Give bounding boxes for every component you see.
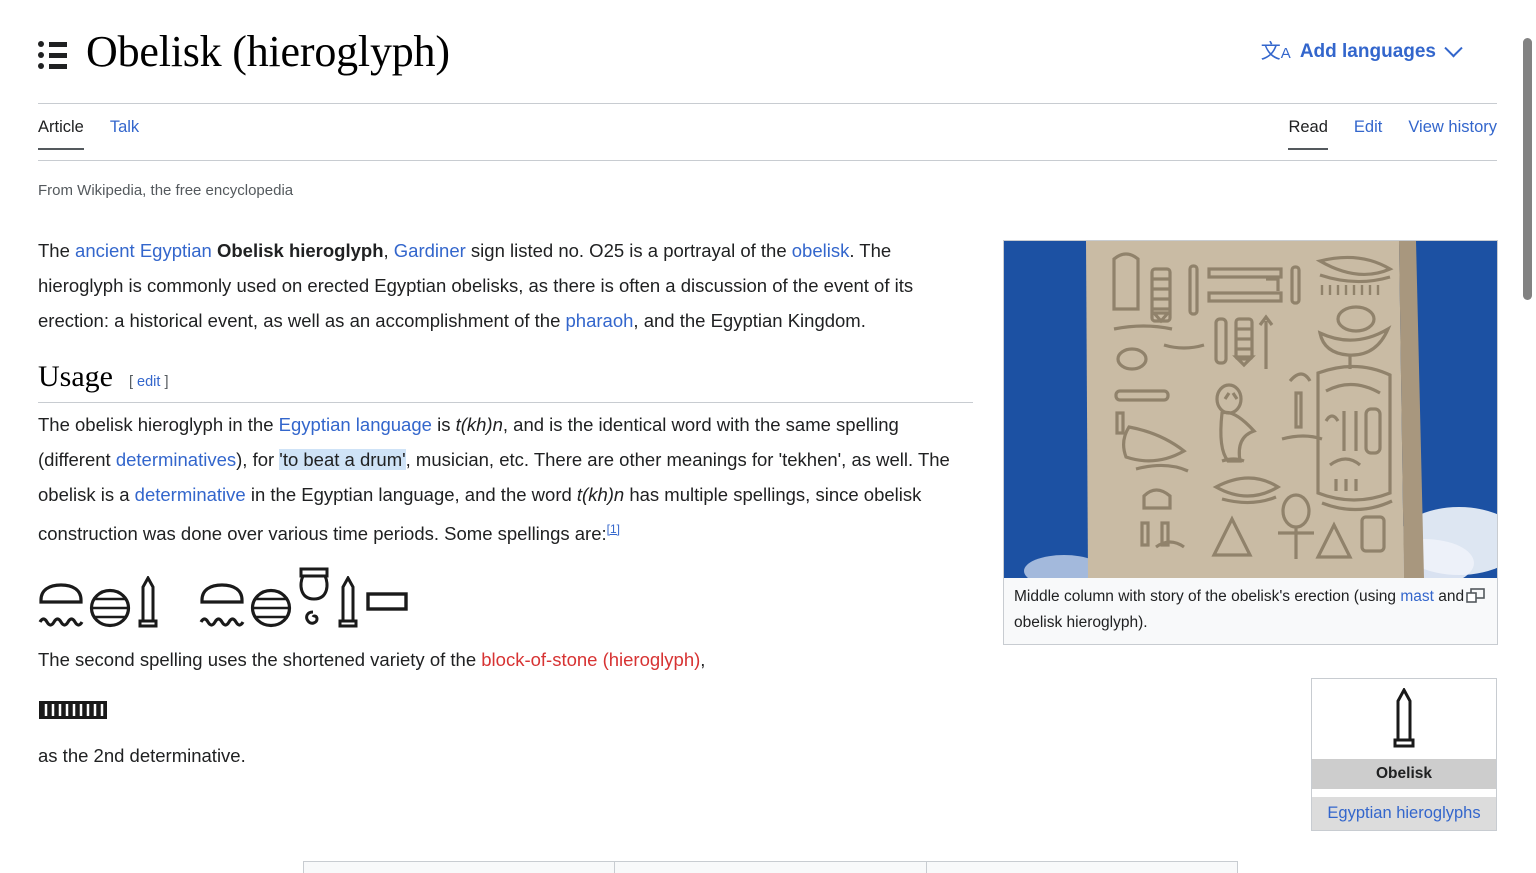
header-divider [38, 103, 1497, 104]
image-thumbnail: Middle column with story of the obelisk'… [1003, 240, 1498, 645]
usage-paragraph-2: The second spelling uses the shortened v… [38, 642, 973, 677]
bread-loaf-glyph [200, 583, 244, 604]
obelisk-photo-illustration [1004, 241, 1497, 578]
tab-view-history[interactable]: View history [1408, 118, 1497, 150]
obelisk-hieroglyph-icon [1393, 688, 1415, 748]
obelisk-photo[interactable] [1004, 241, 1497, 578]
infobox-title: Obelisk [1312, 759, 1496, 789]
infobox-footer-link[interactable]: Egyptian hieroglyphs [1312, 797, 1496, 830]
bottom-table [303, 861, 1238, 873]
term-obelisk-hieroglyph: Obelisk hieroglyph [216, 240, 384, 261]
edit-link-label[interactable]: edit [137, 374, 160, 390]
bread-loaf-glyph [39, 583, 83, 604]
table-column-3 [927, 862, 1237, 873]
intro-text-4: sign listed no. O25 is a portrayal of th… [465, 240, 792, 261]
glyph-t-over-n-2 [199, 583, 245, 628]
translate-icon: 文A [1260, 41, 1291, 63]
article-body: The ancient Egyptian Obelisk hieroglyph,… [38, 233, 973, 795]
reference-1[interactable]: [1] [607, 522, 620, 536]
obelisk-glyph [138, 576, 158, 628]
add-languages-label: Add languages [1299, 41, 1436, 62]
wikipedia-article-page: Obelisk (hieroglyph) 文A Add languages Ar… [0, 0, 1536, 873]
hieroglyph-infobox: Obelisk Egyptian hieroglyphs [1311, 678, 1497, 831]
usage-text-f: in the Egyptian language, and the word [245, 484, 577, 505]
water-ripple-glyph [38, 617, 84, 627]
usage-text-a: The obelisk hieroglyph in the [38, 414, 279, 435]
link-determinative[interactable]: determinative [135, 484, 246, 505]
link-gardiner[interactable]: Gardiner [394, 240, 466, 261]
edit-bracket-open: [ [128, 374, 134, 390]
water-ripple-glyph [199, 617, 245, 627]
table-of-contents-icon[interactable] [38, 41, 68, 69]
caption-text-a: Middle column with story of the obelisk'… [1014, 588, 1401, 605]
term-tkhn-2: t(kh)n [576, 484, 625, 505]
tab-read[interactable]: Read [1288, 118, 1329, 150]
infobox-glyph-image [1312, 679, 1496, 759]
hieroglyph-spelling-one [38, 576, 165, 628]
usage-text-b: is [431, 414, 456, 435]
table-column-1 [304, 862, 616, 873]
placenta-disc-glyph [250, 589, 292, 628]
article-tabs: Article Talk Read Edit View history [38, 118, 1497, 162]
intro-paragraph: The ancient Egyptian Obelisk hieroglyph,… [38, 233, 973, 338]
section-edit-link[interactable]: [ edit ] [129, 374, 169, 390]
glyph-kh-placenta-2 [250, 588, 292, 628]
block-of-stone-hieroglyph-inline [38, 699, 973, 726]
link-obelisk[interactable]: obelisk [792, 240, 850, 261]
usage2-text-a: The second spelling uses the shortened v… [38, 649, 482, 671]
link-mast[interactable]: mast [1400, 588, 1434, 605]
intro-text-6: , and the Egyptian Kingdom. [633, 310, 866, 331]
tabs-divider [38, 160, 1497, 161]
usage-paragraph-3: as the 2nd determinative. [38, 745, 246, 767]
block-of-stone-filled-glyph [39, 701, 107, 720]
nw-pot-glyph [299, 567, 329, 601]
edit-bracket-close: ] [164, 374, 169, 390]
section-heading-usage: Usage [ edit ] [38, 360, 973, 403]
glyph-block-of-stone-short [365, 582, 409, 628]
glyph-kh-placenta [89, 588, 131, 628]
add-languages-button[interactable]: 文A Add languages [1260, 38, 1463, 63]
coil-glyph [305, 610, 319, 625]
block-of-stone-glyph [366, 592, 408, 611]
expand-icon[interactable] [1466, 588, 1485, 603]
link-ancient-egyptian[interactable]: ancient Egyptian [75, 240, 212, 261]
page-title: Obelisk (hieroglyph) [86, 26, 450, 76]
table-column-2 [615, 862, 927, 873]
intro-text-1: The [38, 240, 76, 261]
page-scrollbar-track[interactable] [1519, 0, 1536, 873]
link-block-of-stone-hieroglyph[interactable]: block-of-stone (hieroglyph) [481, 649, 700, 670]
selected-text-highlight: 'to beat a drum' [279, 449, 406, 470]
tab-talk[interactable]: Talk [110, 118, 139, 150]
link-egyptian-language[interactable]: Egyptian language [279, 414, 432, 435]
glyph-obelisk-determinative-2 [336, 576, 360, 628]
glyph-nw-over-coil [297, 566, 331, 628]
obelisk-glyph [338, 576, 358, 628]
usage-paragraph-1: The obelisk hieroglyph in the Egyptian l… [38, 407, 973, 551]
hieroglyph-spellings [38, 567, 973, 628]
page-scrollbar-thumb[interactable] [1523, 38, 1532, 300]
intro-text-3: , [383, 240, 394, 261]
placenta-disc-glyph [89, 589, 131, 628]
usage2-text-b: , [700, 649, 706, 671]
tab-article[interactable]: Article [38, 118, 84, 150]
site-subtitle: From Wikipedia, the free encyclopedia [38, 182, 294, 199]
link-pharaoh[interactable]: pharaoh [566, 310, 634, 331]
glyph-t-over-n [38, 583, 84, 628]
thumbnail-caption: Middle column with story of the obelisk'… [1004, 578, 1497, 644]
term-tkhn-1: t(kh)n [455, 414, 503, 435]
usage-heading-text: Usage [38, 360, 113, 393]
link-determinatives[interactable]: determinatives [116, 449, 236, 470]
usage-text-d: ), for [236, 449, 280, 470]
glyph-obelisk-determinative [136, 576, 160, 628]
page-header: Obelisk (hieroglyph) 文A Add languages [0, 0, 1498, 104]
hieroglyph-spelling-two [199, 566, 414, 628]
infobox-gap [1312, 789, 1496, 797]
tab-edit[interactable]: Edit [1354, 118, 1382, 150]
chevron-down-icon [1444, 38, 1463, 57]
